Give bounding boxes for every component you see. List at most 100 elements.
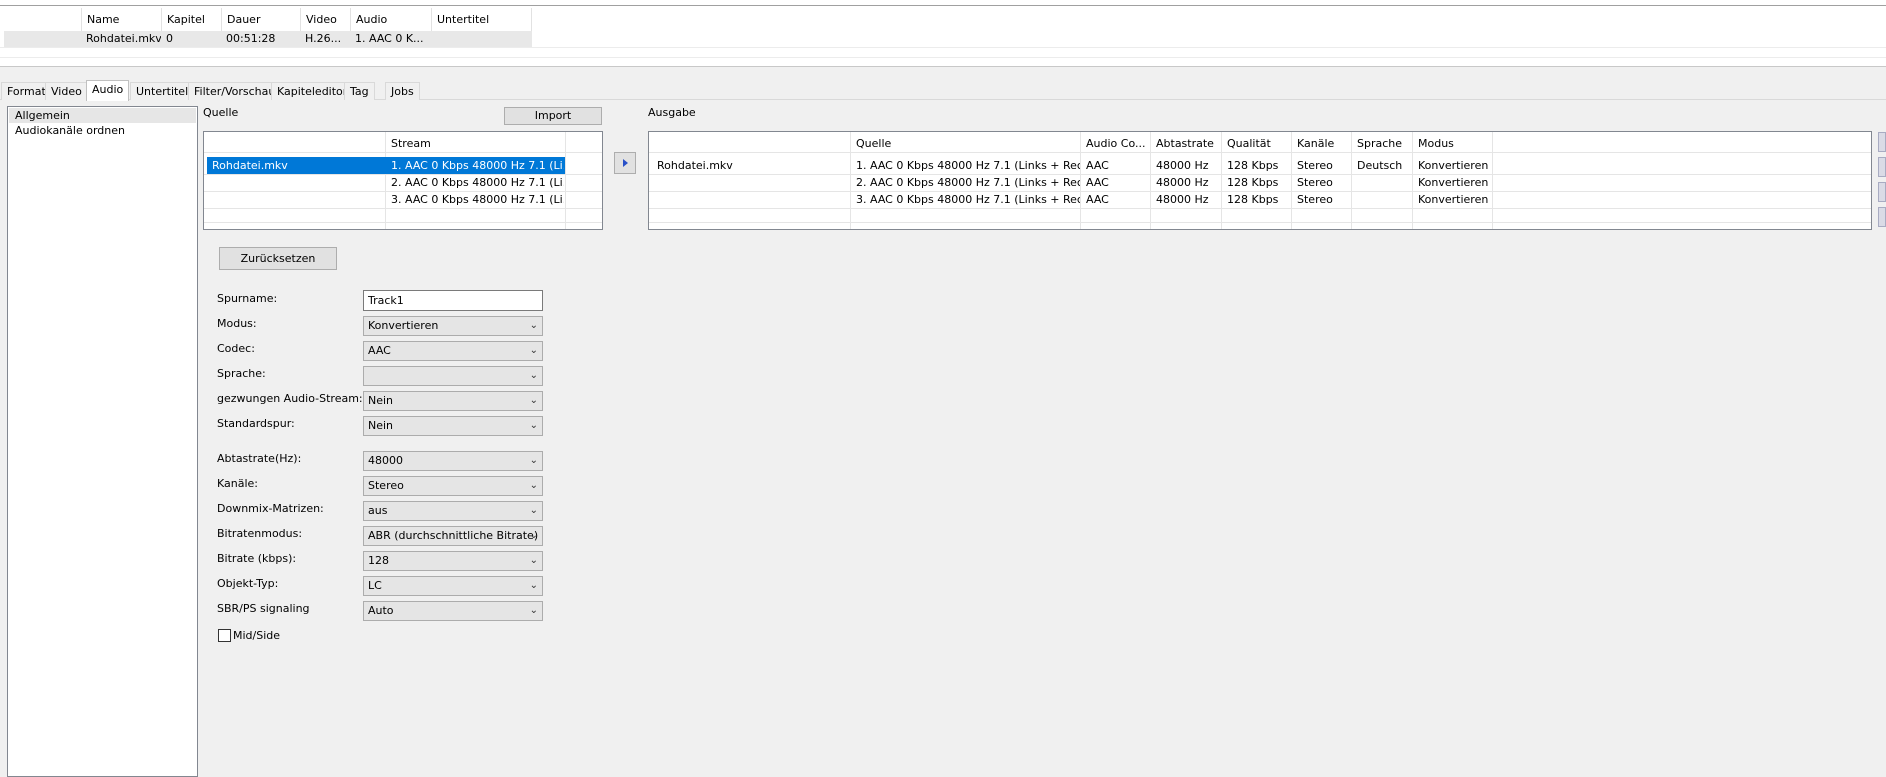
downmix-select[interactable]: aus ⌄ bbox=[363, 501, 543, 521]
channels-value: Stereo bbox=[368, 479, 404, 492]
object-type-select[interactable]: LC ⌄ bbox=[363, 576, 543, 596]
output-cell-codec[interactable]: AAC bbox=[1081, 157, 1150, 174]
output-cell-quality[interactable]: 128 Kbps bbox=[1222, 174, 1291, 191]
output-cell-mode[interactable]: Konvertieren bbox=[1413, 191, 1492, 208]
add-to-output-button[interactable] bbox=[614, 152, 636, 174]
file-col-name[interactable]: Name bbox=[81, 8, 161, 32]
output-cell-rate[interactable]: 48000 Hz bbox=[1151, 174, 1221, 191]
output-cell-rate[interactable]: 48000 Hz bbox=[1151, 191, 1221, 208]
file-cell-video: H.26... bbox=[305, 32, 342, 45]
import-button[interactable]: Import bbox=[504, 107, 602, 125]
midside-checkbox[interactable] bbox=[218, 629, 231, 642]
output-stream-grid[interactable]: Quelle Audio Co... Abtastrate Qualität K… bbox=[648, 131, 1872, 230]
tab-filter-vorschau[interactable]: Filter/Vorschau bbox=[188, 82, 282, 100]
default-track-select[interactable]: Nein ⌄ bbox=[363, 416, 543, 436]
output-cell-language[interactable]: Deutsch bbox=[1352, 157, 1412, 174]
output-cell-mode[interactable]: Konvertieren bbox=[1413, 157, 1492, 174]
row-divider bbox=[204, 208, 602, 209]
output-cell-quality[interactable]: 128 Kbps bbox=[1222, 191, 1291, 208]
output-cell-channels[interactable]: Stereo bbox=[1292, 191, 1351, 208]
modus-value: Konvertieren bbox=[368, 319, 439, 332]
sbr-signaling-label: SBR/PS signaling bbox=[217, 602, 310, 615]
header-divider bbox=[649, 152, 1871, 153]
channels-select[interactable]: Stereo ⌄ bbox=[363, 476, 543, 496]
row-divider bbox=[204, 222, 602, 223]
output-col-kanaele[interactable]: Kanäle bbox=[1292, 135, 1352, 152]
forced-stream-value: Nein bbox=[368, 394, 394, 407]
spurname-input[interactable]: Track1 bbox=[363, 290, 543, 311]
file-col-untertitel[interactable]: Untertitel bbox=[431, 8, 532, 32]
output-cell-rate[interactable]: 48000 Hz bbox=[1151, 157, 1221, 174]
nav-item-allgemein[interactable]: Allgemein bbox=[9, 108, 196, 123]
samplerate-label: Abtastrate(Hz): bbox=[217, 452, 302, 465]
col-divider bbox=[1492, 132, 1493, 229]
sbr-signaling-value: Auto bbox=[368, 604, 394, 617]
bitrate-select[interactable]: 128 ⌄ bbox=[363, 551, 543, 571]
sprache-label: Sprache: bbox=[217, 367, 266, 380]
output-cell-quelle[interactable]: 2. AAC 0 Kbps 48000 Hz 7.1 (Links + Rec.… bbox=[851, 174, 1080, 191]
forced-stream-select[interactable]: Nein ⌄ bbox=[363, 391, 543, 411]
source-cell-stream[interactable]: 2. AAC 0 Kbps 48000 Hz 7.1 (Li... bbox=[386, 174, 564, 191]
tab-kapiteleditor[interactable]: Kapiteleditor bbox=[271, 82, 354, 100]
output-cell-channels[interactable]: Stereo bbox=[1292, 174, 1351, 191]
output-cell-quality[interactable]: 128 Kbps bbox=[1222, 157, 1291, 174]
source-title: Quelle bbox=[203, 106, 239, 119]
file-col-audio[interactable]: Audio bbox=[350, 8, 431, 32]
file-table[interactable]: Name Kapitel Dauer Video Audio Untertite… bbox=[0, 6, 1886, 67]
output-col-abtastrate[interactable]: Abtastrate bbox=[1151, 135, 1222, 152]
output-cell-channels[interactable]: Stereo bbox=[1292, 157, 1351, 174]
chevron-down-icon: ⌄ bbox=[529, 370, 538, 381]
remove-button[interactable] bbox=[1878, 157, 1886, 177]
file-col-kapitel[interactable]: Kapitel bbox=[161, 8, 221, 32]
samplerate-select[interactable]: 48000 ⌄ bbox=[363, 451, 543, 471]
header-divider bbox=[204, 152, 602, 153]
move-down-button[interactable] bbox=[1878, 182, 1886, 202]
output-col-qualitaet[interactable]: Qualität bbox=[1222, 135, 1292, 152]
col-divider bbox=[1351, 132, 1352, 229]
chevron-down-icon: ⌄ bbox=[529, 605, 538, 616]
modus-label: Modus: bbox=[217, 317, 257, 330]
tab-untertitel[interactable]: Untertitel bbox=[130, 82, 195, 100]
output-col-sprache[interactable]: Sprache bbox=[1352, 135, 1413, 152]
row-divider bbox=[0, 47, 1886, 48]
file-cell-audio: 1. AAC 0 K... bbox=[355, 32, 424, 45]
reset-button[interactable]: Zurücksetzen bbox=[219, 247, 337, 270]
sprache-select[interactable]: ⌄ bbox=[363, 366, 543, 386]
chevron-down-icon: ⌄ bbox=[529, 580, 538, 591]
nav-item-audiokanaele-ordnen[interactable]: Audiokanäle ordnen bbox=[9, 123, 196, 138]
audio-settings-nav[interactable]: Allgemein Audiokanäle ordnen bbox=[7, 106, 198, 777]
bitrate-label: Bitrate (kbps): bbox=[217, 552, 297, 565]
output-cell-quelle[interactable]: 3. AAC 0 Kbps 48000 Hz 7.1 (Links + Rec.… bbox=[851, 191, 1080, 208]
tab-audio[interactable]: Audio bbox=[86, 80, 130, 101]
source-col-stream[interactable]: Stream bbox=[386, 135, 566, 152]
file-col-video[interactable]: Video bbox=[300, 8, 350, 32]
sbr-signaling-select[interactable]: Auto ⌄ bbox=[363, 601, 543, 621]
spurname-label: Spurname: bbox=[217, 292, 278, 305]
tab-video[interactable]: Video bbox=[45, 82, 88, 100]
file-col-blank bbox=[0, 8, 81, 32]
source-cell-file: Rohdatei.mkv bbox=[212, 159, 288, 172]
row-divider bbox=[649, 222, 1871, 223]
output-cell-file[interactable]: Rohdatei.mkv bbox=[652, 157, 850, 174]
output-cell-mode[interactable]: Konvertieren bbox=[1413, 174, 1492, 191]
bitrate-mode-select[interactable]: ABR (durchschnittliche Bitrate) ⌄ bbox=[363, 526, 543, 546]
output-cell-codec[interactable]: AAC bbox=[1081, 191, 1150, 208]
codec-label: Codec: bbox=[217, 342, 255, 355]
output-cell-codec[interactable]: AAC bbox=[1081, 174, 1150, 191]
tab-tag[interactable]: Tag bbox=[344, 82, 375, 100]
modus-select[interactable]: Konvertieren ⌄ bbox=[363, 316, 543, 336]
channels-label: Kanäle: bbox=[217, 477, 259, 490]
output-col-modus[interactable]: Modus bbox=[1413, 135, 1493, 152]
edit-button[interactable] bbox=[1878, 207, 1886, 227]
output-cell-quelle[interactable]: 1. AAC 0 Kbps 48000 Hz 7.1 (Links + Rec.… bbox=[851, 157, 1080, 174]
output-col-quelle[interactable]: Quelle bbox=[851, 135, 1081, 152]
file-col-dauer[interactable]: Dauer bbox=[221, 8, 300, 32]
bitrate-mode-value: ABR (durchschnittliche Bitrate) bbox=[368, 529, 539, 542]
output-col-codec[interactable]: Audio Co... bbox=[1081, 135, 1151, 152]
codec-select[interactable]: AAC ⌄ bbox=[363, 341, 543, 361]
source-cell-stream[interactable]: 3. AAC 0 Kbps 48000 Hz 7.1 (Li... bbox=[386, 191, 564, 208]
tab-jobs[interactable]: Jobs bbox=[385, 82, 420, 100]
source-stream-grid[interactable]: Stream Rohdatei.mkv 1. AAC 0 Kbps 48000 … bbox=[203, 131, 603, 230]
file-row[interactable]: Rohdatei.mkv 0 00:51:28 H.26... 1. AAC 0… bbox=[4, 31, 532, 47]
move-up-button[interactable] bbox=[1878, 132, 1886, 152]
